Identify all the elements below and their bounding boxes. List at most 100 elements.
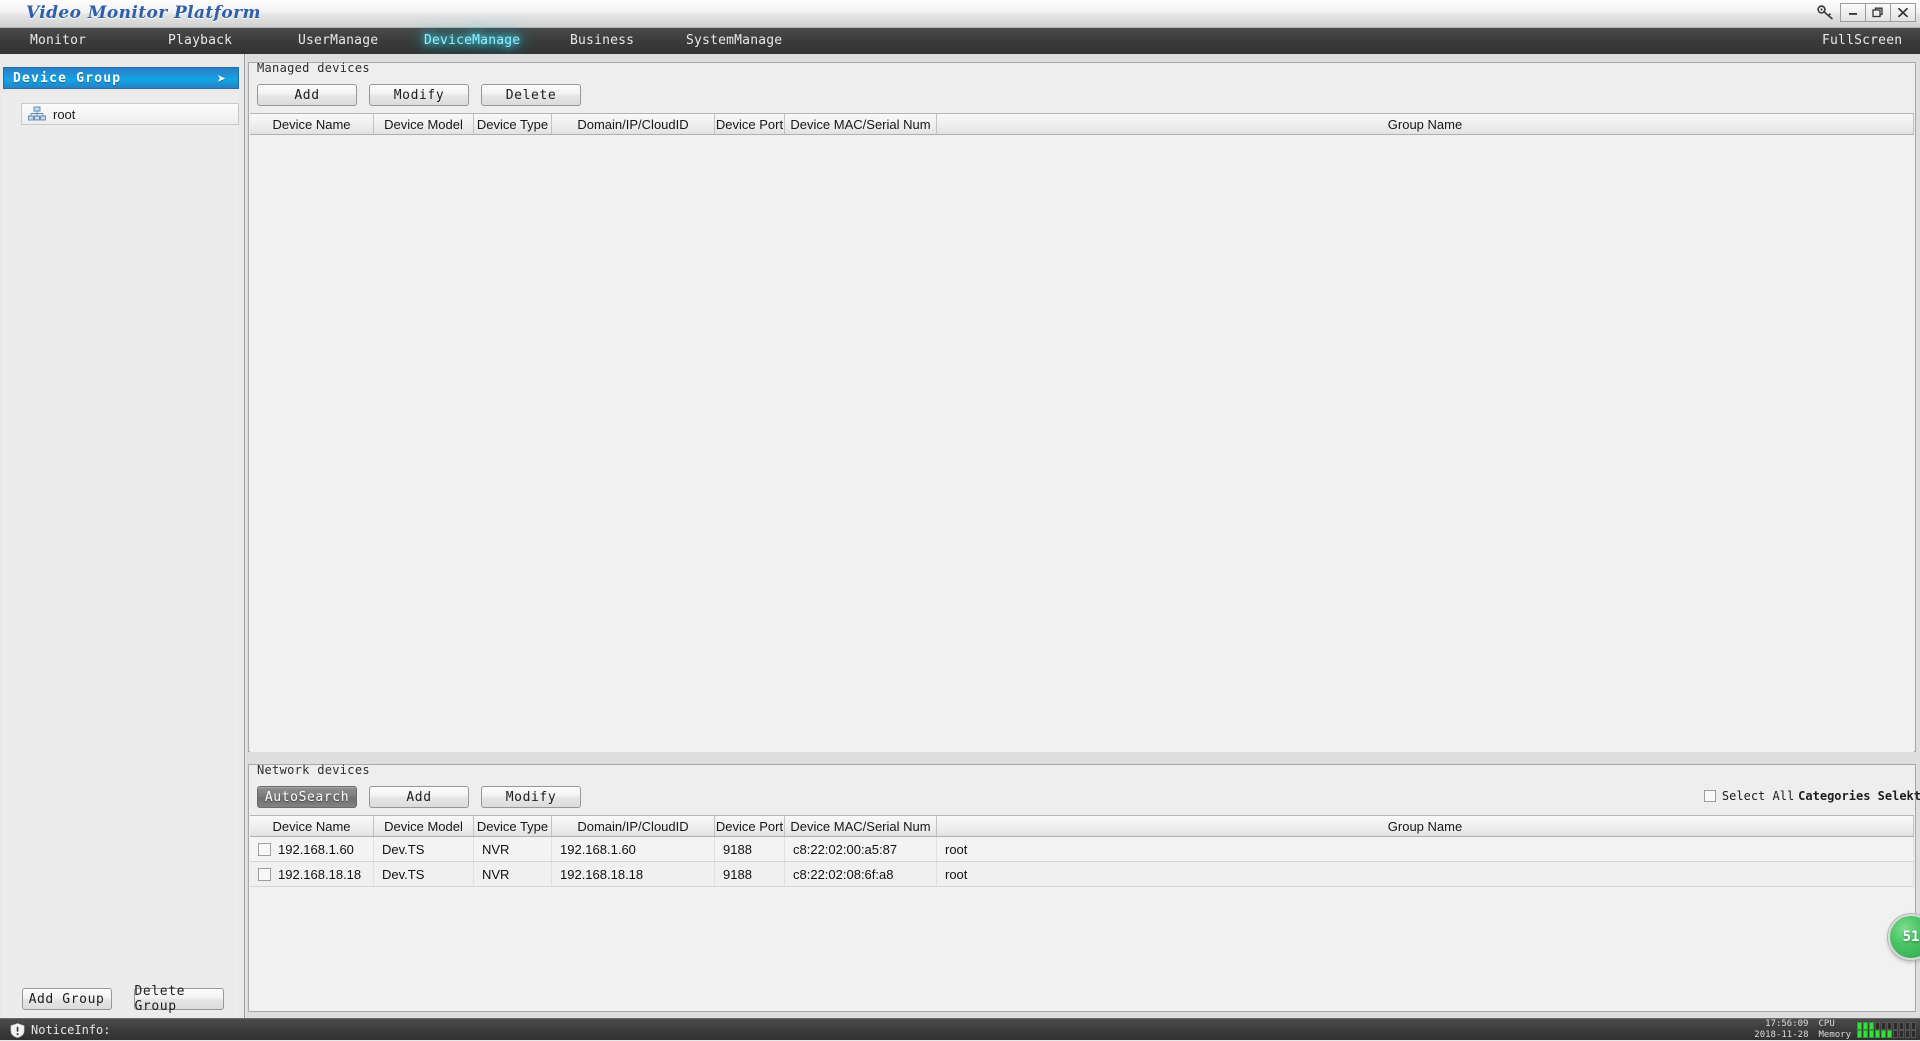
meter-segment xyxy=(1863,1022,1868,1030)
device-group-header[interactable]: Device Group ➤ xyxy=(3,67,239,89)
meter-segment xyxy=(1857,1030,1862,1038)
meter-segment xyxy=(1911,1030,1916,1038)
cell-device-type: NVR xyxy=(474,837,552,861)
cell-group-name: root xyxy=(937,862,1914,886)
network-devices-toolbar: AutoSearch Add Modify Select All Categor… xyxy=(249,783,1915,813)
sitemap-icon xyxy=(28,106,46,122)
table-row[interactable]: 192.168.18.18 Dev.TS NVR 192.168.18.18 9… xyxy=(250,862,1914,887)
close-button[interactable] xyxy=(1890,3,1916,22)
column-header-device-name[interactable]: Device Name xyxy=(250,114,374,134)
network-add-button[interactable]: Add xyxy=(369,786,469,808)
minimize-button[interactable] xyxy=(1840,3,1866,22)
status-time: 17:56:09 xyxy=(1754,1019,1808,1030)
menu-bar: Monitor Playback UserManage DeviceManage… xyxy=(0,28,1920,54)
menu-item-usermanage[interactable]: UserManage xyxy=(298,28,378,54)
meter-labels: CPU Memory xyxy=(1818,1019,1851,1041)
column-header-device-type[interactable]: Device Type xyxy=(474,114,552,134)
row-checkbox[interactable] xyxy=(258,868,271,881)
table-row[interactable]: 192.168.1.60 Dev.TS NVR 192.168.1.60 918… xyxy=(250,837,1914,862)
tree-item-root[interactable]: root xyxy=(21,103,239,125)
chevron-right-icon[interactable]: ➤ xyxy=(217,70,226,88)
app-title: Video Monitor Platform xyxy=(26,3,261,23)
column-header-device-mac[interactable]: Device MAC/Serial Num xyxy=(785,816,937,836)
column-header-device-mac[interactable]: Device MAC/Serial Num xyxy=(785,114,937,134)
column-header-device-type[interactable]: Device Type xyxy=(474,816,552,836)
main-content: Managed devices Add Modify Delete Device… xyxy=(246,54,1920,1020)
column-header-group-name[interactable]: Group Name xyxy=(937,114,1914,134)
key-icon[interactable] xyxy=(1813,2,1837,22)
meter-segment xyxy=(1875,1030,1880,1038)
network-modify-button[interactable]: Modify xyxy=(481,786,581,808)
restore-button[interactable] xyxy=(1865,3,1891,22)
managed-delete-button[interactable]: Delete xyxy=(481,84,581,106)
memory-usage-meter xyxy=(1857,1030,1916,1038)
managed-devices-toolbar: Add Modify Delete xyxy=(249,81,1915,111)
column-header-group-name[interactable]: Group Name xyxy=(937,816,1914,836)
cell-device-name: 192.168.18.18 xyxy=(250,862,374,886)
select-all-control[interactable]: Select All Categories Selekt xyxy=(1704,789,1920,803)
managed-devices-table-body xyxy=(250,135,1914,752)
tree-item-label: root xyxy=(53,107,75,122)
meter-segment xyxy=(1869,1030,1874,1038)
meter-segment xyxy=(1893,1022,1898,1030)
device-group-header-label: Device Group xyxy=(13,71,121,86)
cpu-usage-meter xyxy=(1857,1022,1916,1030)
system-info: 17:56:09 2018-11-28 CPU Memory xyxy=(1754,1019,1916,1041)
network-devices-legend: Network devices xyxy=(255,763,372,779)
notice-info-label: NoticeInfo: xyxy=(31,1023,110,1037)
title-bar: Video Monitor Platform xyxy=(0,0,1920,28)
column-header-device-port[interactable]: Device Port xyxy=(715,816,785,836)
menu-item-fullscreen[interactable]: FullScreen xyxy=(1822,28,1902,54)
menu-item-devicemanage[interactable]: DeviceManage xyxy=(424,28,520,54)
memory-label: Memory xyxy=(1818,1030,1851,1041)
managed-add-button[interactable]: Add xyxy=(257,84,357,106)
meter-segment xyxy=(1905,1030,1910,1038)
column-header-device-port[interactable]: Device Port xyxy=(715,114,785,134)
datetime-block: 17:56:09 2018-11-28 xyxy=(1754,1019,1808,1041)
meter-bars xyxy=(1857,1022,1916,1038)
status-date: 2018-11-28 xyxy=(1754,1030,1808,1041)
meter-segment xyxy=(1857,1022,1862,1030)
delete-group-button[interactable]: Delete Group xyxy=(134,988,224,1010)
managed-devices-table-header: Device Name Device Model Device Type Dom… xyxy=(250,113,1914,135)
network-devices-table: Device Name Device Model Device Type Dom… xyxy=(250,815,1914,1010)
meter-segment xyxy=(1911,1022,1916,1030)
column-header-domain[interactable]: Domain/IP/CloudID xyxy=(552,114,715,134)
managed-devices-legend: Managed devices xyxy=(255,61,372,77)
cell-device-name-text: 192.168.1.60 xyxy=(278,842,354,857)
cell-device-mac: c8:22:02:00:a5:87 xyxy=(785,837,937,861)
managed-devices-table: Device Name Device Model Device Type Dom… xyxy=(250,113,1914,752)
network-devices-table-header: Device Name Device Model Device Type Dom… xyxy=(250,815,1914,837)
menu-item-playback[interactable]: Playback xyxy=(168,28,232,54)
cell-group-name: root xyxy=(937,837,1914,861)
column-header-device-name[interactable]: Device Name xyxy=(250,816,374,836)
select-all-label: Select All xyxy=(1722,789,1794,803)
select-all-checkbox[interactable] xyxy=(1704,790,1716,802)
network-devices-panel: Network devices AutoSearch Add Modify Se… xyxy=(248,764,1916,1012)
cell-device-type: NVR xyxy=(474,862,552,886)
add-group-button[interactable]: Add Group xyxy=(22,988,112,1010)
managed-devices-panel: Managed devices Add Modify Delete Device… xyxy=(248,62,1916,752)
meter-segment xyxy=(1887,1030,1892,1038)
column-header-domain[interactable]: Domain/IP/CloudID xyxy=(552,816,715,836)
menu-item-systemmanage[interactable]: SystemManage xyxy=(686,28,782,54)
notice-info: NoticeInfo: xyxy=(10,1019,110,1041)
managed-modify-button[interactable]: Modify xyxy=(369,84,469,106)
cpu-label: CPU xyxy=(1818,1019,1851,1030)
meter-segment xyxy=(1899,1030,1904,1038)
menu-item-business[interactable]: Business xyxy=(570,28,634,54)
cell-domain: 192.168.1.60 xyxy=(552,837,715,861)
warning-shield-icon xyxy=(10,1023,25,1038)
sidebar-footer: Add Group Delete Group xyxy=(0,984,245,1014)
meter-segment xyxy=(1893,1030,1898,1038)
column-header-device-model[interactable]: Device Model xyxy=(374,114,474,134)
select-all-categories-label: Categories Selekt xyxy=(1798,789,1920,803)
column-header-device-model[interactable]: Device Model xyxy=(374,816,474,836)
autosearch-button[interactable]: AutoSearch xyxy=(257,786,357,808)
menu-item-monitor[interactable]: Monitor xyxy=(30,28,86,54)
status-bar: NoticeInfo: 17:56:09 2018-11-28 CPU Memo… xyxy=(0,1018,1920,1040)
device-group-tree: root xyxy=(3,93,239,1023)
cell-device-port: 9188 xyxy=(715,862,785,886)
cell-device-model: Dev.TS xyxy=(374,837,474,861)
row-checkbox[interactable] xyxy=(258,843,271,856)
